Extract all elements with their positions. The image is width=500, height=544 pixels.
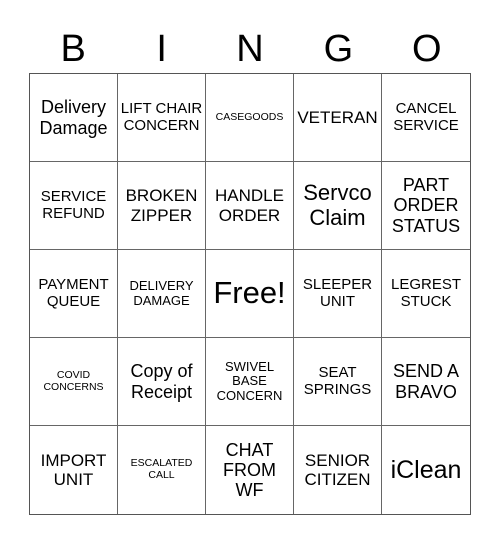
bingo-cell[interactable]: LIFT CHAIR CONCERN	[118, 74, 206, 162]
bingo-cell[interactable]: Delivery Damage	[30, 74, 118, 162]
bingo-cell[interactable]: SWIVEL BASE CONCERN	[206, 338, 294, 426]
bingo-cell[interactable]: SEND A BRAVO	[382, 338, 470, 426]
bingo-grid: Delivery Damage LIFT CHAIR CONCERN CASEG…	[29, 73, 471, 515]
bingo-cell[interactable]: SERVICE REFUND	[30, 162, 118, 250]
bingo-cell[interactable]: SLEEPER UNIT	[294, 250, 382, 338]
bingo-cell[interactable]: PART ORDER STATUS	[382, 162, 470, 250]
header-letter-o: O	[412, 28, 442, 70]
header-letter-i: I	[156, 28, 167, 70]
bingo-cell[interactable]: CASEGOODS	[206, 74, 294, 162]
bingo-cell[interactable]: DELIVERY DAMAGE	[118, 250, 206, 338]
bingo-cell[interactable]: Copy of Receipt	[118, 338, 206, 426]
bingo-cell[interactable]: COVID CONCERNS	[30, 338, 118, 426]
header-letter-b: B	[60, 28, 86, 70]
header-letter-g: G	[323, 28, 354, 70]
bingo-cell[interactable]: BROKEN ZIPPER	[118, 162, 206, 250]
bingo-cell[interactable]: Servco Claim	[294, 162, 382, 250]
bingo-cell[interactable]: LEGREST STUCK	[382, 250, 470, 338]
bingo-cell[interactable]: HANDLE ORDER	[206, 162, 294, 250]
bingo-cell[interactable]: SENIOR CITIZEN	[294, 426, 382, 514]
bingo-cell[interactable]: VETERAN	[294, 74, 382, 162]
bingo-cell[interactable]: CHAT FROM WF	[206, 426, 294, 514]
header-letter-n: N	[236, 28, 264, 70]
bingo-cell[interactable]: SEAT SPRINGS	[294, 338, 382, 426]
bingo-cell[interactable]: PAYMENT QUEUE	[30, 250, 118, 338]
bingo-cell[interactable]: iClean	[382, 426, 470, 514]
bingo-cell[interactable]: CANCEL SERVICE	[382, 74, 470, 162]
free-space[interactable]: Free!	[206, 250, 294, 338]
bingo-header: B I N G O	[29, 26, 471, 72]
bingo-cell[interactable]: IMPORT UNIT	[30, 426, 118, 514]
bingo-cell[interactable]: ESCALATED CALL	[118, 426, 206, 514]
